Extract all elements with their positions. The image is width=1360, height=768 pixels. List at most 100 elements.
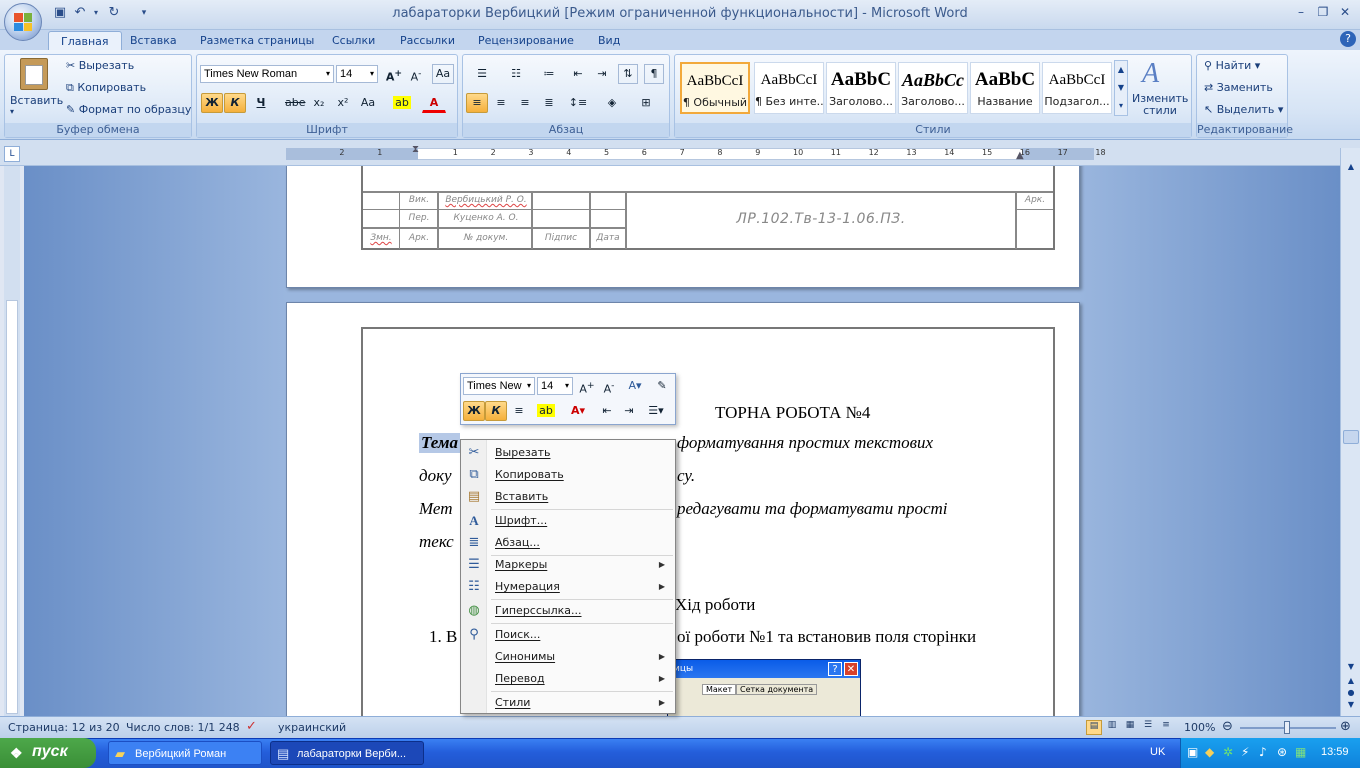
menu-item-font[interactable]: A Шрифт... — [461, 510, 675, 532]
tray-app-icon[interactable]: ✲ — [1223, 745, 1233, 759]
mini-increase-indent-icon[interactable]: ⇥ — [619, 401, 639, 421]
replace-button[interactable]: ⇄ Заменить — [1204, 81, 1273, 94]
tray-shield-icon[interactable]: ◆ — [1205, 745, 1214, 759]
italic-button[interactable]: К — [224, 93, 246, 113]
doc-hid-roboty[interactable]: Хід роботи — [675, 595, 755, 615]
zoom-out-icon[interactable]: ⊖ — [1222, 719, 1233, 734]
doc-line1[interactable]: форматування простих текстових — [677, 433, 933, 453]
mini-decrease-indent-icon[interactable]: ⇤ — [597, 401, 617, 421]
full-screen-reading-icon[interactable]: ▥ — [1104, 720, 1120, 735]
change-case-button[interactable]: Aa — [356, 93, 380, 113]
tab-references[interactable]: Ссылки — [320, 31, 387, 50]
tab-selector-icon[interactable]: L — [4, 146, 20, 162]
tab-review[interactable]: Рецензирование — [466, 31, 586, 50]
right-indent-marker-icon[interactable]: ▲ — [1016, 150, 1024, 161]
style-heading-1[interactable]: AaBbC Заголово... — [826, 62, 896, 114]
scroll-down-icon[interactable]: ▼ — [1343, 662, 1359, 674]
align-left-icon[interactable]: ≡ — [466, 93, 488, 113]
bullets-icon[interactable]: ☰ — [468, 64, 496, 84]
menu-item-paste[interactable]: ▤ Вставить — [461, 486, 675, 508]
format-painter-icon[interactable]: ✎ — [651, 376, 673, 396]
minimize-button[interactable]: – — [1290, 5, 1312, 21]
bold-button[interactable]: Ж — [201, 93, 223, 113]
taskbar-item-folder[interactable]: ▰ Вербицкий Роман — [108, 741, 262, 765]
font-color-icon[interactable]: A — [422, 93, 446, 113]
line-spacing-icon[interactable]: ↕≡ — [564, 93, 592, 113]
align-right-icon[interactable]: ≡ — [514, 93, 536, 113]
align-center-icon[interactable]: ≡ — [490, 93, 512, 113]
zoom-slider-thumb[interactable] — [1284, 721, 1290, 734]
tray-network-icon[interactable]: ▣ — [1187, 745, 1198, 759]
grow-font-icon[interactable]: A+ — [384, 64, 404, 84]
doc-item1b[interactable]: ої роботи №1 та встановив поля сторінки — [677, 627, 976, 647]
mini-font-combo[interactable]: Times New ▾ — [463, 377, 535, 395]
prev-page-icon[interactable]: ▲ — [1343, 676, 1359, 688]
cut-button[interactable]: ✂ Вырезать — [66, 59, 134, 72]
draft-icon[interactable]: ≡ — [1158, 720, 1174, 735]
shrink-font-icon[interactable]: A- — [406, 64, 426, 84]
grow-font-icon[interactable]: A+ — [577, 376, 597, 396]
doc-tema[interactable]: Тема — [419, 433, 461, 453]
vertical-ruler[interactable] — [6, 300, 18, 714]
doc-line2a[interactable]: доку — [419, 466, 452, 486]
change-styles-button[interactable]: Изменить стили — [1132, 93, 1188, 117]
office-button[interactable] — [4, 3, 42, 41]
font-size-combo[interactable]: 14 ▾ — [336, 65, 378, 83]
menu-item-copy[interactable]: ⧉ Копировать — [461, 464, 675, 486]
proofing-icon[interactable]: ✓ — [246, 719, 257, 734]
print-layout-icon[interactable]: ▤ — [1086, 720, 1102, 735]
shading-icon[interactable]: ◈ — [598, 93, 626, 113]
mini-bullets-icon[interactable]: ☰▾ — [641, 401, 671, 421]
superscript-button[interactable]: x² — [332, 93, 354, 113]
doc-line2b[interactable]: су. — [677, 466, 695, 486]
justify-icon[interactable]: ≣ — [538, 93, 560, 113]
scroll-thumb[interactable] — [1343, 430, 1359, 444]
browse-object-icon[interactable]: ● — [1343, 688, 1359, 700]
mini-highlight-icon[interactable]: ab — [531, 401, 561, 421]
menu-item-translate[interactable]: Перевод ▶ — [461, 668, 675, 690]
font-name-combo[interactable]: Times New Roman ▾ — [200, 65, 334, 83]
underline-button[interactable]: Ч — [250, 93, 272, 113]
doc-line3a[interactable]: Мет — [419, 499, 453, 519]
doc-item1a[interactable]: 1. В — [429, 627, 457, 647]
restore-button[interactable]: ❐ — [1312, 5, 1334, 21]
pilcrow-icon[interactable]: ¶ — [644, 64, 664, 84]
status-page[interactable]: Страница: 12 из 20 — [8, 721, 120, 734]
indent-marker-icon[interactable]: ⧗ — [412, 144, 419, 155]
copy-button[interactable]: ⧉ Копировать — [66, 81, 146, 95]
style-title[interactable]: AaBbC Название — [970, 62, 1040, 114]
mini-center-icon[interactable]: ≡ — [509, 401, 529, 421]
mini-size-combo[interactable]: 14 ▾ — [537, 377, 573, 395]
help-icon[interactable]: ? — [1340, 31, 1356, 47]
mini-font-color-icon[interactable]: A▾ — [563, 401, 593, 421]
next-page-icon[interactable]: ▼ — [1343, 700, 1359, 712]
style-no-spacing[interactable]: AaBbCcI ¶ Без инте... — [754, 62, 824, 114]
tab-mailings[interactable]: Рассылки — [388, 31, 467, 50]
mini-italic-button[interactable]: К — [485, 401, 507, 421]
tab-insert[interactable]: Вставка — [118, 31, 189, 50]
styles-icon[interactable]: A▾ — [623, 376, 647, 396]
change-styles-icon[interactable]: A — [1142, 58, 1159, 90]
style-subtitle[interactable]: AaBbCcI Подзагол... — [1042, 62, 1112, 114]
tray-security-icon[interactable]: ⊛ — [1277, 745, 1287, 759]
tray-power-icon[interactable]: ⚡ — [1241, 745, 1249, 759]
clear-format-icon[interactable]: Aa — [432, 64, 454, 84]
web-layout-icon[interactable]: ▦ — [1122, 720, 1138, 735]
paste-dropdown-icon[interactable]: ▾ — [10, 107, 14, 116]
zoom-in-icon[interactable]: ⊕ — [1340, 719, 1351, 734]
mini-bold-button[interactable]: Ж — [463, 401, 485, 421]
tab-page-layout[interactable]: Разметка страницы — [188, 31, 326, 50]
doc-heading[interactable]: ТОРНА РОБОТА №4 — [715, 403, 870, 423]
tray-volume-icon[interactable]: ♪ — [1259, 745, 1267, 759]
status-language[interactable]: украинский — [278, 721, 346, 734]
menu-item-search[interactable]: ⚲ Поиск... — [461, 624, 675, 646]
zoom-level[interactable]: 100% — [1184, 721, 1215, 734]
paste-button[interactable]: Вставить — [10, 94, 63, 107]
tray-update-icon[interactable]: ▦ — [1295, 745, 1306, 759]
sort-icon[interactable]: ⇅ — [618, 64, 638, 84]
numbering-icon[interactable]: ☷ — [502, 64, 530, 84]
paste-icon[interactable] — [20, 58, 48, 90]
menu-item-cut[interactable]: ✂ Вырезать — [461, 442, 675, 464]
scroll-up-icon[interactable]: ▲ — [1343, 162, 1359, 176]
style-heading-2[interactable]: AaBbCc Заголово... — [898, 62, 968, 114]
